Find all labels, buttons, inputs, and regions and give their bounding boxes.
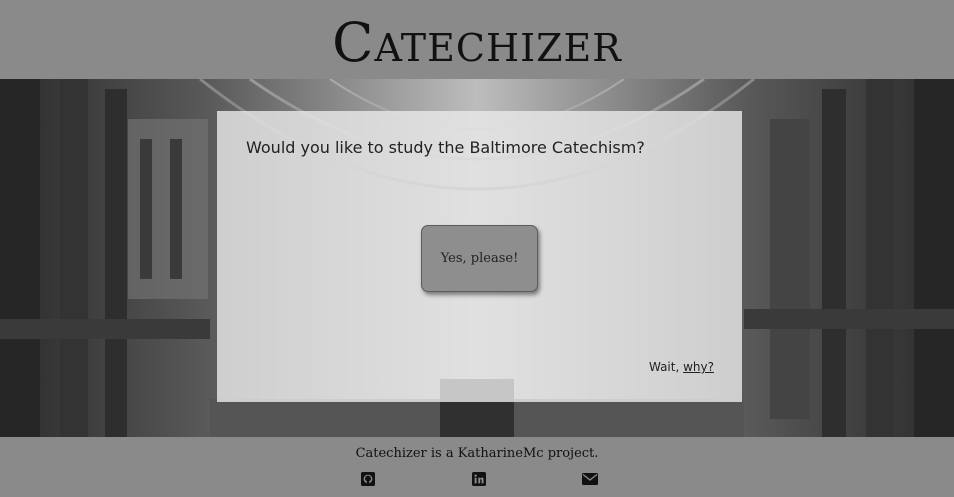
question-text: Would you like to study the Baltimore Ca… (246, 138, 645, 157)
site-title: Catechizer (332, 10, 622, 74)
envelope-icon[interactable] (582, 472, 598, 486)
footer: Catechizer is a KatharineMc project. (0, 437, 954, 497)
prompt-card: Would you like to study the Baltimore Ca… (217, 111, 742, 402)
yes-please-button[interactable]: Yes, please! (421, 225, 538, 292)
linkedin-icon[interactable] (471, 472, 487, 486)
wait-prefix: Wait, (648, 360, 684, 374)
wait-why-text: Wait, why? (649, 360, 714, 374)
footer-credit: Catechizer is a KatharineMc project. (355, 446, 599, 461)
header: Catechizer (0, 0, 954, 79)
github-icon[interactable] (360, 472, 376, 486)
why-link[interactable]: why? (683, 360, 714, 374)
